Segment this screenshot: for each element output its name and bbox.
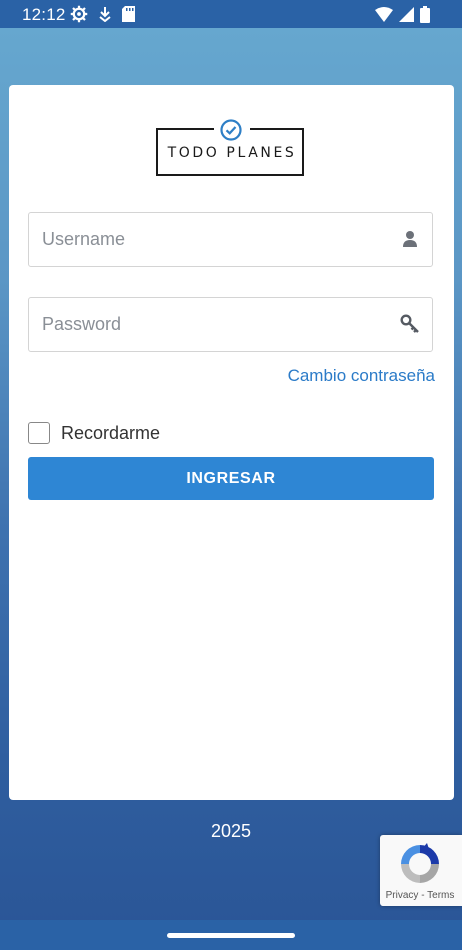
username-input[interactable] bbox=[29, 213, 402, 266]
user-icon bbox=[403, 231, 417, 247]
login-button[interactable]: INGRESAR bbox=[28, 457, 434, 500]
remember-checkbox[interactable] bbox=[28, 422, 50, 444]
check-circle-icon bbox=[220, 119, 242, 141]
key-icon bbox=[400, 314, 419, 333]
wifi-icon bbox=[375, 6, 393, 22]
recaptcha-icon bbox=[401, 843, 439, 883]
remember-label: Recordarme bbox=[61, 422, 161, 443]
change-password-link[interactable]: Cambio contraseña bbox=[288, 366, 435, 386]
login-card: TODO PLANES Cambio contraseña Recordarme… bbox=[9, 85, 454, 800]
recaptcha-links[interactable]: Privacy - Terms bbox=[380, 890, 460, 901]
remember-me[interactable]: Recordarme bbox=[28, 420, 160, 446]
logo-text: TODO PLANES bbox=[167, 145, 297, 161]
password-input[interactable] bbox=[29, 298, 402, 351]
username-field[interactable] bbox=[28, 212, 433, 267]
status-time: 12:12 bbox=[22, 5, 66, 24]
navigation-bar bbox=[0, 920, 462, 950]
signal-icon bbox=[399, 6, 414, 22]
password-field[interactable] bbox=[28, 297, 433, 352]
status-bar: 12:12 bbox=[0, 0, 462, 28]
battery-icon bbox=[420, 5, 430, 23]
settings-icon bbox=[70, 5, 88, 23]
sd-card-icon bbox=[122, 6, 135, 22]
home-gesture-handle[interactable] bbox=[167, 933, 295, 938]
download-icon bbox=[99, 7, 111, 22]
brand-logo: TODO PLANES bbox=[156, 118, 308, 180]
recaptcha-badge[interactable]: Privacy - Terms bbox=[380, 835, 462, 906]
